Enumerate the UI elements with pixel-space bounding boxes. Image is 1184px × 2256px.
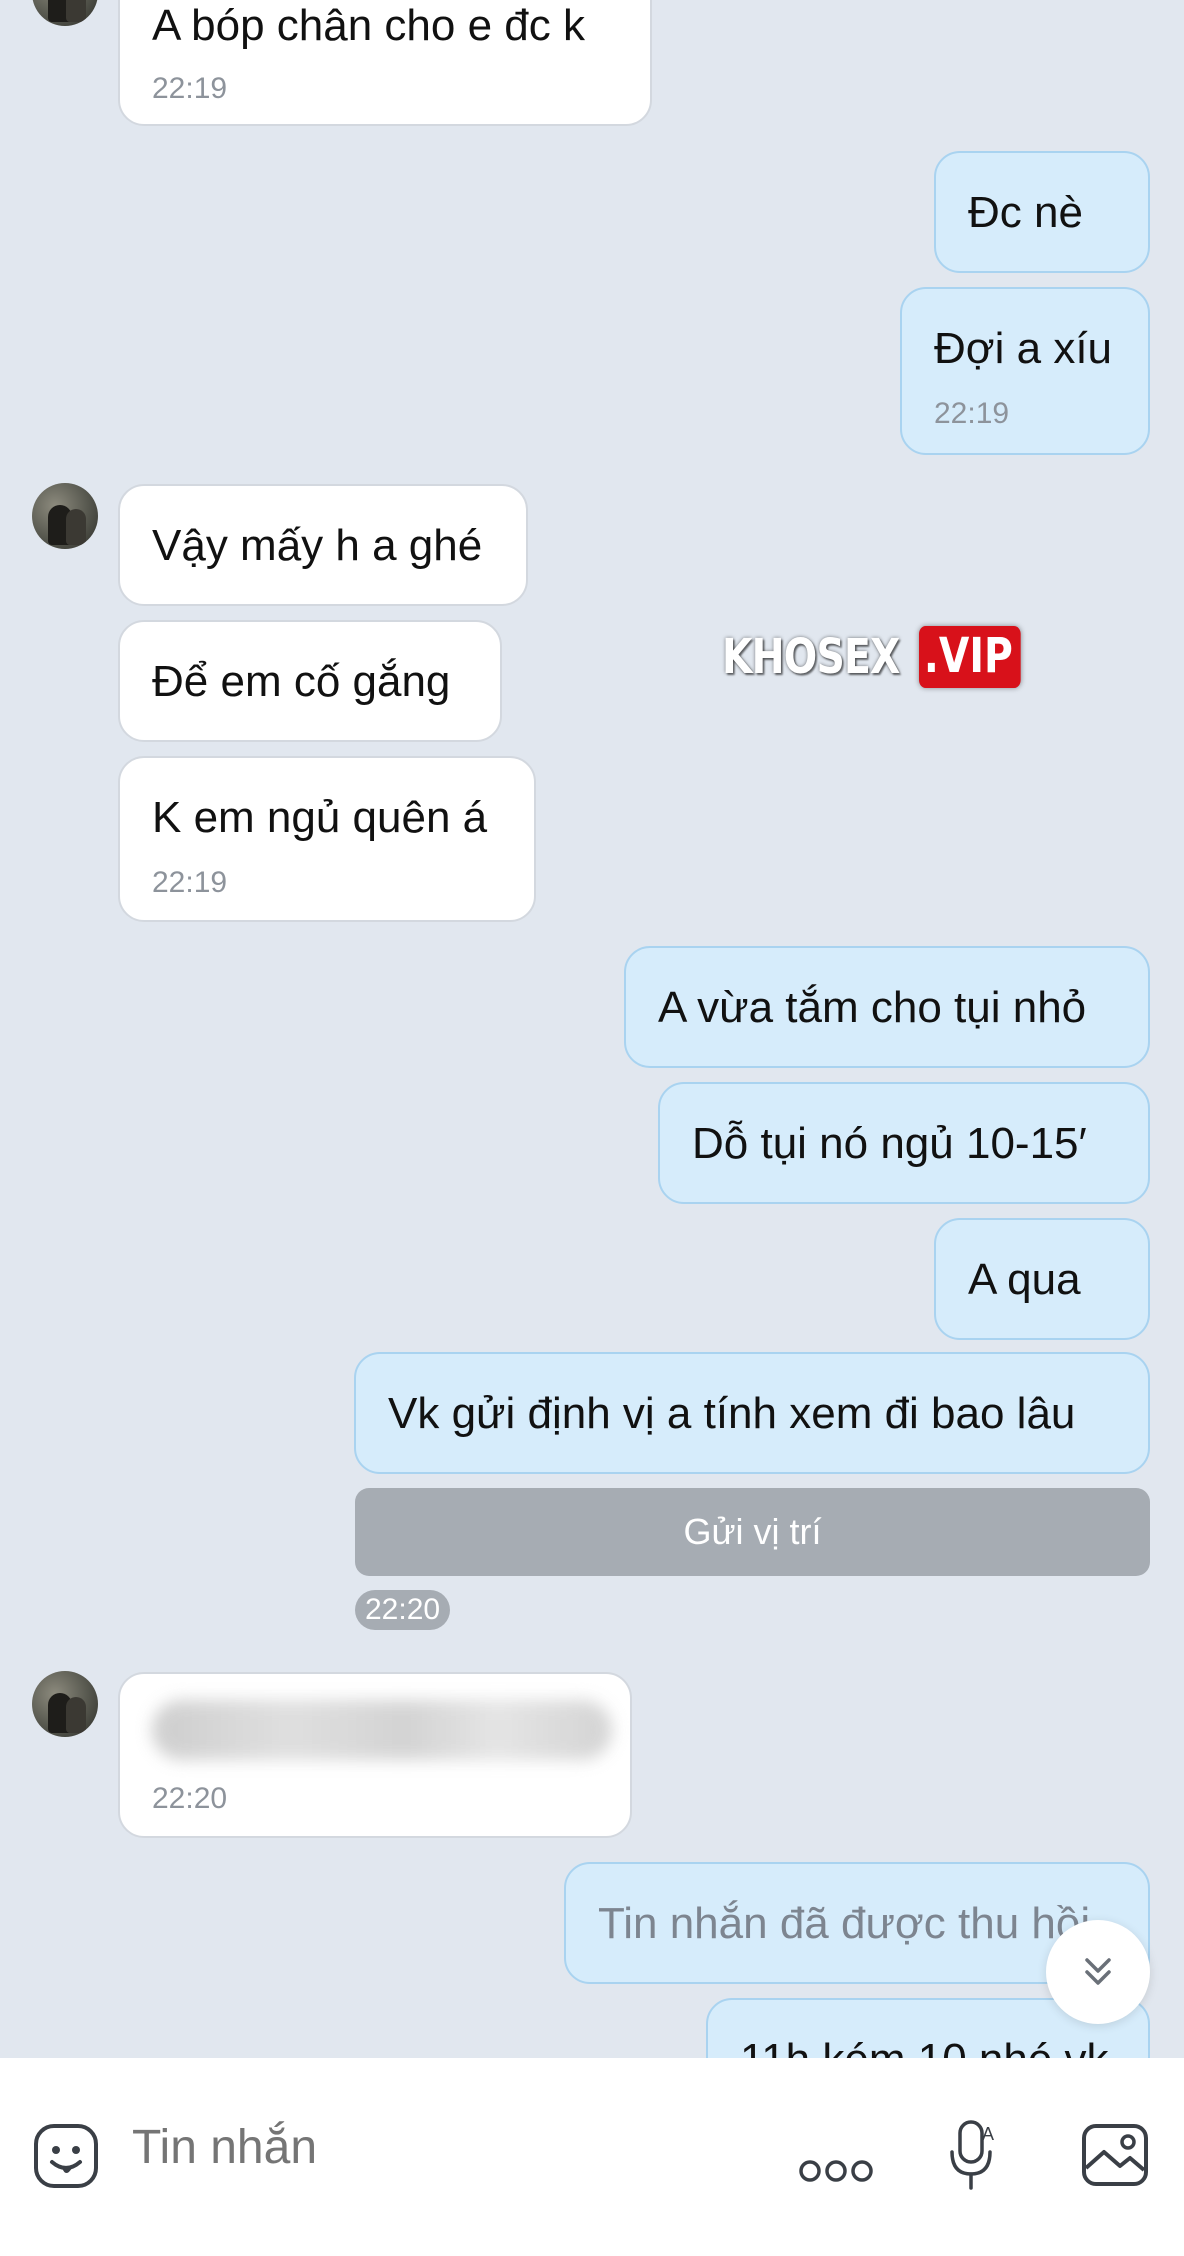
more-dots-icon bbox=[799, 2160, 873, 2182]
image-icon bbox=[1082, 2124, 1148, 2186]
send-image-button[interactable] bbox=[1080, 2122, 1150, 2193]
message-text: K em ngủ quên á bbox=[152, 793, 488, 842]
message-text: A qua bbox=[968, 1255, 1081, 1304]
message-input[interactable] bbox=[132, 2120, 632, 2176]
incoming-message[interactable]: Vậy mấy h a ghé bbox=[118, 484, 528, 606]
incoming-message[interactable]: A bóp chân cho e đc k 22:19 bbox=[118, 0, 652, 126]
message-text: A vừa tắm cho tụi nhỏ bbox=[658, 983, 1087, 1032]
message-text: Đợi a xíu bbox=[934, 324, 1113, 373]
more-options-button[interactable] bbox=[798, 2158, 874, 2189]
voice-message-button[interactable]: A bbox=[944, 2118, 1000, 2199]
double-chevron-down-icon bbox=[1085, 1958, 1111, 1985]
incoming-message[interactable]: Để em cố gắng bbox=[118, 620, 502, 742]
message-text: A bóp chân cho e đc k bbox=[152, 1, 585, 50]
message-text: Để em cố gắng bbox=[152, 657, 451, 706]
svg-text:A: A bbox=[982, 2124, 994, 2144]
message-text: Vậy mấy h a ghé bbox=[152, 521, 483, 570]
message-time: 22:19 bbox=[934, 397, 1010, 430]
message-text: Dỗ tụi nó ngủ 10-15′ bbox=[692, 1119, 1087, 1168]
incoming-message[interactable]: K em ngủ quên á 22:19 bbox=[118, 756, 536, 922]
contact-avatar[interactable] bbox=[32, 1671, 98, 1737]
message-time-badge: 22:20 bbox=[355, 1590, 451, 1630]
outgoing-message[interactable]: A qua bbox=[934, 1218, 1150, 1340]
message-text: 11h kém 10 nhé vk bbox=[740, 2034, 1109, 2058]
message-text: Tin nhắn đã được thu hồi bbox=[598, 1899, 1091, 1948]
message-text: Đc nè bbox=[968, 188, 1083, 237]
outgoing-message[interactable]: Dỗ tụi nó ngủ 10-15′ bbox=[658, 1082, 1150, 1204]
outgoing-message[interactable]: Vk gửi định vị a tính xem đi bao lâu bbox=[354, 1352, 1150, 1474]
message-time: 22:20 bbox=[152, 1782, 228, 1815]
message-time: 22:19 bbox=[152, 72, 228, 105]
outgoing-message[interactable]: Đc nè bbox=[934, 151, 1150, 273]
message-time: 22:19 bbox=[152, 866, 228, 899]
microphone-icon: A bbox=[950, 2120, 994, 2190]
message-composer: A bbox=[0, 2058, 1184, 2256]
outgoing-message[interactable]: Đợi a xíu 22:19 bbox=[900, 287, 1150, 455]
sticker-icon bbox=[34, 2124, 98, 2188]
sticker-button[interactable] bbox=[32, 2122, 100, 2195]
scroll-to-bottom-button[interactable] bbox=[1046, 1920, 1150, 2024]
outgoing-message[interactable]: A vừa tắm cho tụi nhỏ bbox=[624, 946, 1150, 1068]
chat-message-list[interactable]: A bóp chân cho e đc k 22:19 Đc nè Đợi a … bbox=[0, 0, 1184, 2058]
redacted-text bbox=[152, 1700, 612, 1760]
message-text: Vk gửi định vị a tính xem đi bao lâu bbox=[388, 1389, 1076, 1438]
incoming-message[interactable]: 22:20 bbox=[118, 1672, 632, 1838]
watermark-logo: KHOSEX .VIP bbox=[722, 626, 1043, 688]
contact-avatar[interactable] bbox=[32, 0, 98, 26]
contact-avatar[interactable] bbox=[32, 483, 98, 549]
send-location-button[interactable]: Gửi vị trí bbox=[355, 1488, 1150, 1576]
